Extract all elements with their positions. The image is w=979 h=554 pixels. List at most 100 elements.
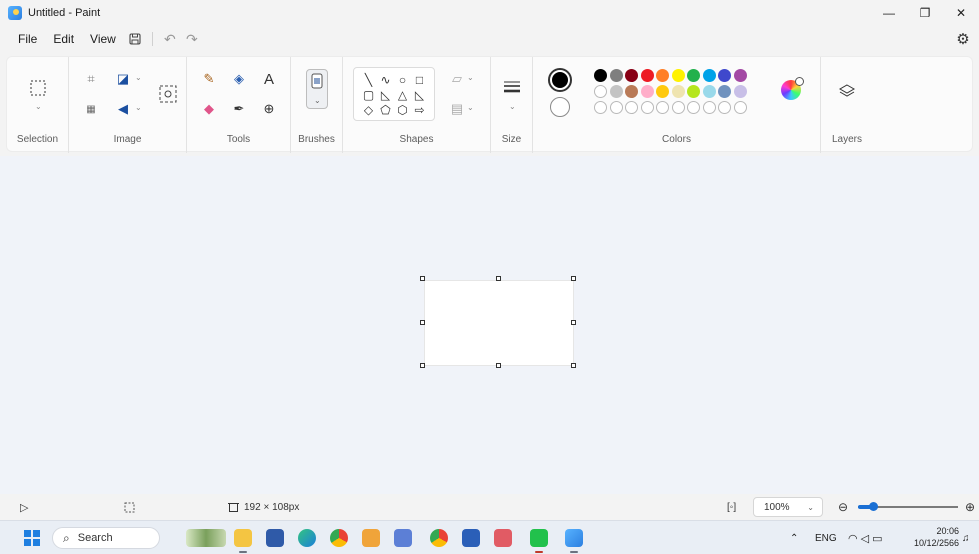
chevron-down-icon[interactable]: ⌄ [135, 73, 142, 82]
color-swatch[interactable] [625, 85, 638, 98]
custom-color-slot[interactable] [733, 101, 747, 114]
snipping-app[interactable] [494, 529, 512, 547]
custom-color-slot[interactable] [656, 101, 669, 114]
network-sound-battery[interactable]: ◠ ◁ ▭ [848, 521, 885, 554]
size-button[interactable] [502, 77, 522, 97]
app-blue[interactable] [394, 529, 412, 547]
settings-button[interactable]: ⚙ [953, 29, 973, 49]
chrome-app-2[interactable] [430, 529, 448, 547]
drawing-canvas[interactable] [425, 281, 573, 365]
meet-app[interactable] [362, 529, 380, 547]
tray-overflow-button[interactable]: ⌃ [790, 521, 798, 554]
redo-button[interactable]: ↷ [181, 28, 203, 50]
menu-view[interactable]: View [82, 26, 124, 52]
fill-tool-button[interactable]: ◈ [229, 69, 249, 89]
custom-color-slot[interactable] [687, 101, 700, 114]
shape-option[interactable]: □ [411, 72, 428, 87]
select-tool-button[interactable] [28, 78, 48, 98]
secondary-color[interactable] [550, 97, 570, 117]
chevron-down-icon[interactable]: ⌄ [35, 102, 42, 111]
color-swatch[interactable] [609, 69, 623, 82]
chevron-down-icon[interactable]: ⌄ [509, 102, 516, 111]
shape-option[interactable]: ▢ [360, 87, 377, 102]
menu-edit[interactable]: Edit [45, 26, 82, 52]
shape-option[interactable]: ⬠ [377, 102, 394, 117]
shape-option[interactable]: ⬡ [394, 102, 411, 117]
store-app[interactable] [266, 529, 284, 547]
color-swatch[interactable] [718, 85, 731, 98]
close-button[interactable]: ✕ [943, 0, 979, 26]
shape-option[interactable]: ◇ [360, 102, 377, 117]
layers-button[interactable] [837, 81, 857, 101]
color-swatch[interactable] [718, 69, 731, 82]
shape-option[interactable]: ∿ [377, 72, 394, 87]
color-swatch[interactable] [702, 69, 716, 82]
color-swatch[interactable] [671, 69, 685, 82]
resize-handle-bottom[interactable] [496, 363, 501, 368]
chrome-app[interactable] [330, 529, 348, 547]
zoom-select[interactable]: 100% ⌄ [753, 497, 823, 517]
word-app[interactable] [462, 529, 480, 547]
shape-option[interactable]: ⇨ [411, 102, 428, 117]
image-select-button[interactable] [157, 83, 179, 105]
color-swatch[interactable] [594, 85, 607, 98]
shape-option[interactable]: ╲ [360, 72, 377, 87]
crop-button[interactable]: ⌗ [81, 69, 101, 89]
custom-color-slot[interactable] [718, 101, 731, 114]
resize-button[interactable]: ◪ [113, 69, 133, 89]
notifications-button[interactable]: ♫ [962, 521, 970, 554]
shape-option[interactable]: ○ [394, 72, 411, 87]
zoom-in-button[interactable]: ⊕ [965, 494, 975, 520]
custom-color-slot[interactable] [594, 101, 607, 114]
resize-handle-top-left[interactable] [420, 276, 425, 281]
edit-colors-button[interactable] [781, 77, 804, 100]
brush-button[interactable]: ⌄ [306, 69, 328, 109]
color-swatch[interactable] [733, 85, 747, 98]
rotate-button[interactable]: ◀ [113, 99, 133, 119]
language-indicator[interactable]: ENG [815, 521, 837, 554]
custom-color-slot[interactable] [702, 101, 716, 114]
canvas-workspace[interactable] [0, 156, 979, 494]
resize-handle-right[interactable] [571, 320, 576, 325]
color-swatch[interactable] [733, 69, 747, 82]
color-swatch[interactable] [640, 69, 654, 82]
resize-handle-top-right[interactable] [571, 276, 576, 281]
resize-handle-top[interactable] [496, 276, 501, 281]
custom-color-slot[interactable] [671, 101, 685, 114]
resize-handle-bottom-left[interactable] [420, 363, 425, 368]
color-swatch[interactable] [594, 69, 607, 82]
custom-color-slot[interactable] [609, 101, 623, 114]
zoom-slider-thumb[interactable] [869, 502, 878, 511]
pencil-tool-button[interactable]: ✎ [199, 69, 219, 89]
color-swatch[interactable] [656, 69, 669, 82]
maximize-button[interactable]: ❐ [907, 0, 943, 26]
taskbar-search[interactable]: ⌕ Search [52, 527, 160, 549]
magnifier-button[interactable]: ⊕ [259, 99, 279, 119]
eraser-tool-button[interactable]: ◆ [199, 99, 219, 119]
shape-option[interactable]: ◺ [411, 87, 428, 102]
custom-color-slot[interactable] [625, 101, 638, 114]
custom-color-slot[interactable] [640, 101, 654, 114]
color-swatch[interactable] [687, 69, 700, 82]
resize-handle-bottom-right[interactable] [571, 363, 576, 368]
line-app[interactable] [530, 529, 548, 547]
color-swatch[interactable] [671, 85, 685, 98]
save-button[interactable] [124, 28, 146, 50]
color-swatch[interactable] [702, 85, 716, 98]
zoom-out-button[interactable]: ⊖ [838, 494, 848, 520]
primary-color[interactable] [548, 68, 572, 92]
color-swatch[interactable] [640, 85, 654, 98]
color-picker-button[interactable]: ✒ [229, 99, 249, 119]
color-swatch[interactable] [625, 69, 638, 82]
file-explorer-app[interactable] [234, 529, 252, 547]
text-tool-button[interactable]: A [259, 69, 279, 89]
start-button[interactable] [24, 530, 40, 546]
image-texture-button[interactable]: ▦ [81, 99, 101, 119]
shape-fill-button[interactable]: ▤ [447, 99, 467, 119]
fit-to-window-button[interactable]: [◦] [727, 494, 736, 520]
chevron-down-icon[interactable]: ⌄ [467, 103, 474, 112]
shape-option[interactable]: ◺ [377, 87, 394, 102]
edge-app[interactable] [298, 529, 316, 547]
clock[interactable]: 20:06 10/12/2566 [905, 525, 959, 549]
undo-button[interactable]: ↶ [159, 28, 181, 50]
